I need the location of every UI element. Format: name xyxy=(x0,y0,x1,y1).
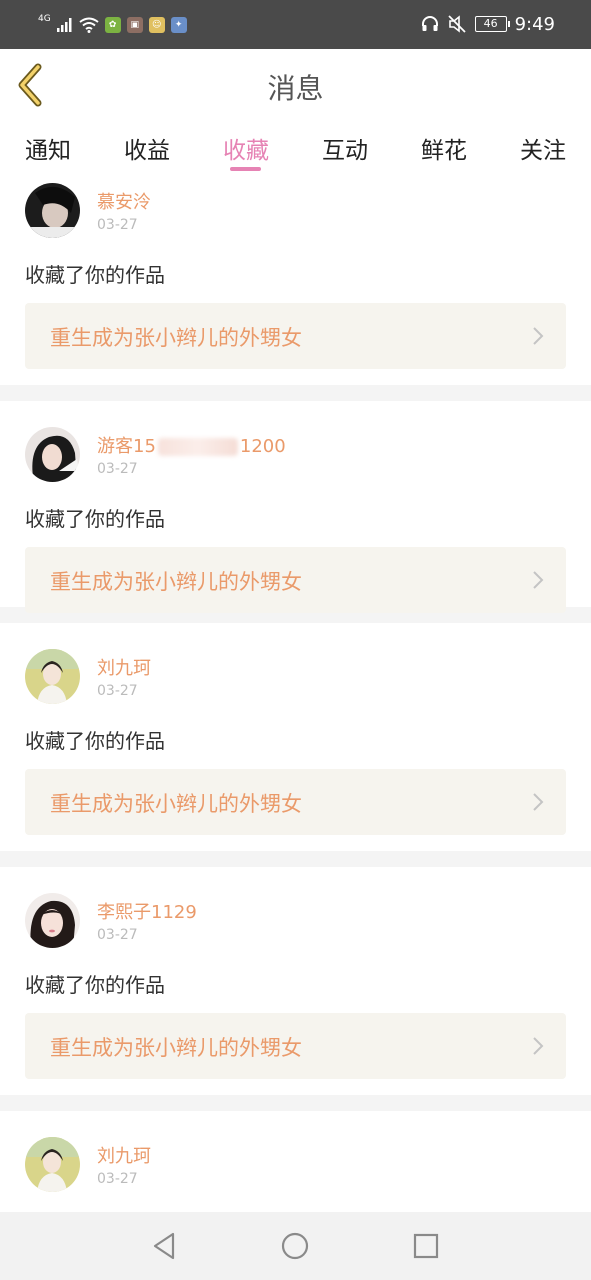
mute-icon xyxy=(447,15,466,33)
list-item: 李熙子1129 03-27 收藏了你的作品 重生成为张小辫儿的外甥女 xyxy=(0,867,591,1095)
wifi-icon xyxy=(79,17,99,33)
active-tab-indicator xyxy=(230,167,261,171)
tab-notifications[interactable]: 通知 xyxy=(8,131,88,165)
date: 03-27 xyxy=(97,927,138,943)
chevron-right-icon xyxy=(533,793,544,811)
avatar[interactable] xyxy=(25,893,80,948)
redacted-blur xyxy=(157,438,238,456)
app-notification-icon: ✦ xyxy=(170,17,187,33)
system-nav-bar xyxy=(0,1212,591,1280)
date: 03-27 xyxy=(97,1171,138,1187)
field-girl-avatar xyxy=(25,649,80,704)
username[interactable]: 刘九珂 xyxy=(97,1142,151,1168)
field-girl-avatar xyxy=(25,1137,80,1192)
action-text: 收藏了你的作品 xyxy=(25,507,165,531)
work-title: 重生成为张小辫儿的外甥女 xyxy=(50,570,302,594)
work-title: 重生成为张小辫儿的外甥女 xyxy=(50,326,302,350)
work-link[interactable]: 重生成为张小辫儿的外甥女 xyxy=(25,547,566,613)
home-circle-icon[interactable] xyxy=(278,1229,312,1263)
date: 03-27 xyxy=(97,461,138,477)
username[interactable]: 李熙子1129 xyxy=(97,898,197,924)
divider xyxy=(0,1095,591,1111)
work-link[interactable]: 重生成为张小辫儿的外甥女 xyxy=(25,769,566,835)
headphones-icon xyxy=(421,16,438,31)
app-notification-icon: ✿ xyxy=(104,17,121,33)
list-item: 游客15 1200 03-27 收藏了你的作品 重生成为张小辫儿的外甥女 xyxy=(0,401,591,613)
network-type: 4G xyxy=(38,13,51,24)
girl-avatar xyxy=(25,893,80,948)
avatar[interactable] xyxy=(25,183,80,238)
divider xyxy=(0,385,591,401)
action-text: 收藏了你的作品 xyxy=(25,263,165,287)
divider xyxy=(0,851,591,867)
clock: 9:49 xyxy=(514,13,555,35)
work-link[interactable]: 重生成为张小辫儿的外甥女 xyxy=(25,1013,566,1079)
tab-flowers[interactable]: 鲜花 xyxy=(404,131,484,165)
date: 03-27 xyxy=(97,683,138,699)
dark-portrait-avatar xyxy=(25,183,80,238)
page-title: 消息 xyxy=(267,72,324,105)
date: 03-27 xyxy=(97,217,138,233)
work-title: 重生成为张小辫儿的外甥女 xyxy=(50,792,302,816)
status-bar-left: 4G ✿ ▣ ☺ ✦ xyxy=(38,12,187,38)
message-list: 慕安泠 03-27 收藏了你的作品 重生成为张小辫儿的外甥女 游客15 1200 … xyxy=(0,179,591,1231)
app-notification-icon: ☺ xyxy=(148,17,165,33)
header: 消息 xyxy=(0,49,591,122)
username[interactable]: 游客15 1200 xyxy=(97,432,286,458)
recents-square-icon[interactable] xyxy=(409,1229,443,1263)
avatar[interactable] xyxy=(25,427,80,482)
avatar[interactable] xyxy=(25,1137,80,1192)
tab-favorites[interactable]: 收藏 xyxy=(206,131,286,165)
battery-icon: 46 xyxy=(474,16,510,32)
action-text: 收藏了你的作品 xyxy=(25,729,165,753)
signal-icon xyxy=(56,18,72,32)
chevron-right-icon xyxy=(533,571,544,589)
username[interactable]: 慕安泠 xyxy=(97,188,151,214)
action-text: 收藏了你的作品 xyxy=(25,973,165,997)
avatar[interactable] xyxy=(25,649,80,704)
tab-following[interactable]: 关注 xyxy=(503,131,583,165)
list-item: 刘九珂 03-27 收藏了你的作品 重生成为张小辫儿的外甥女 xyxy=(0,623,591,851)
username[interactable]: 刘九珂 xyxy=(97,654,151,680)
tab-earnings[interactable]: 收益 xyxy=(107,131,187,165)
status-bar-right: 46 9:49 xyxy=(421,10,555,38)
back-triangle-icon[interactable] xyxy=(148,1229,182,1263)
chevron-right-icon xyxy=(533,1037,544,1055)
work-link[interactable]: 重生成为张小辫儿的外甥女 xyxy=(25,303,566,369)
tab-interactions[interactable]: 互动 xyxy=(305,131,385,165)
tab-bar: 通知 收益 收藏 互动 鲜花 关注 xyxy=(0,121,591,179)
list-item: 慕安泠 03-27 收藏了你的作品 重生成为张小辫儿的外甥女 xyxy=(0,179,591,385)
status-bar: 4G ✿ ▣ ☺ ✦ 46 9:49 xyxy=(0,0,591,49)
chevron-right-icon xyxy=(533,327,544,345)
app-notification-icon: ▣ xyxy=(126,17,143,33)
girl-avatar xyxy=(25,427,80,482)
work-title: 重生成为张小辫儿的外甥女 xyxy=(50,1036,302,1060)
